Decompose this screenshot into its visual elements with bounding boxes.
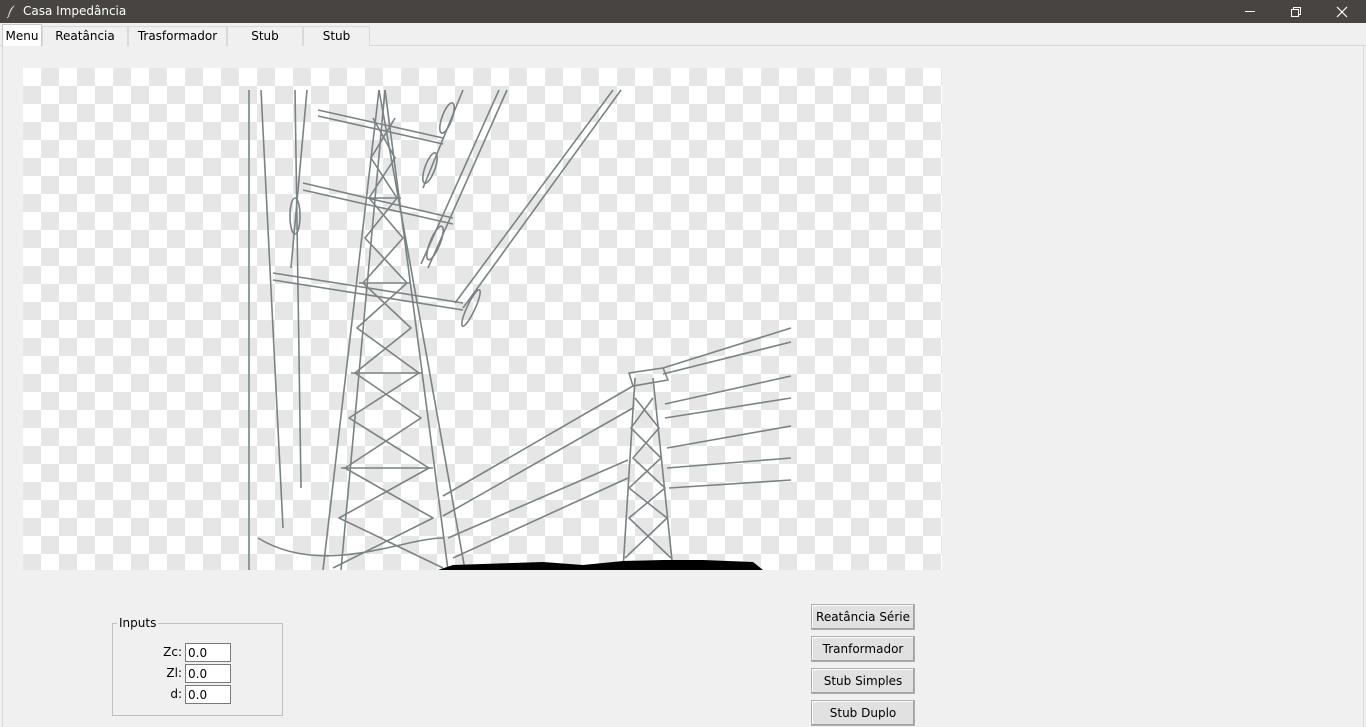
zc-label: Zc:	[163, 645, 182, 659]
restore-icon	[1291, 7, 1301, 17]
reatancia-serie-button[interactable]: Reatância Série	[811, 604, 915, 630]
transmission-tower-image	[23, 68, 942, 570]
tab-stub-simples[interactable]: Stub Simples	[227, 26, 303, 61]
d-input[interactable]	[185, 685, 231, 704]
restore-button[interactable]	[1273, 0, 1319, 23]
tab-trasformador[interactable]: Trasformador 1/4	[128, 26, 227, 61]
transmission-tower-drawing	[248, 89, 792, 570]
tab-stub-duplo[interactable]: Stub Duplo	[303, 26, 370, 61]
close-button[interactable]	[1319, 0, 1365, 23]
inputs-legend: Inputs	[117, 616, 159, 630]
tranformador-button[interactable]: Tranformador 1/4	[811, 636, 915, 680]
feather-icon	[6, 5, 15, 19]
title-bar: Casa Impedância	[0, 0, 1366, 23]
stub-simples-button[interactable]: Stub Simples	[811, 668, 915, 694]
zl-label: Zl:	[166, 666, 182, 680]
tab-bar: Menu Reatância Série Trasformador 1/4 St…	[0, 23, 1366, 61]
d-label: d:	[170, 687, 182, 701]
close-icon	[1336, 6, 1348, 18]
tab-reatancia-serie[interactable]: Reatância Série	[42, 26, 128, 61]
tab-menu[interactable]: Menu	[2, 24, 42, 46]
minimize-icon	[1245, 11, 1255, 12]
zc-input[interactable]	[185, 643, 231, 662]
window-title: Casa Impedância	[23, 4, 127, 18]
zl-input[interactable]	[185, 664, 231, 683]
stub-duplo-button[interactable]: Stub Duplo	[811, 700, 915, 726]
minimize-button[interactable]	[1227, 0, 1273, 23]
